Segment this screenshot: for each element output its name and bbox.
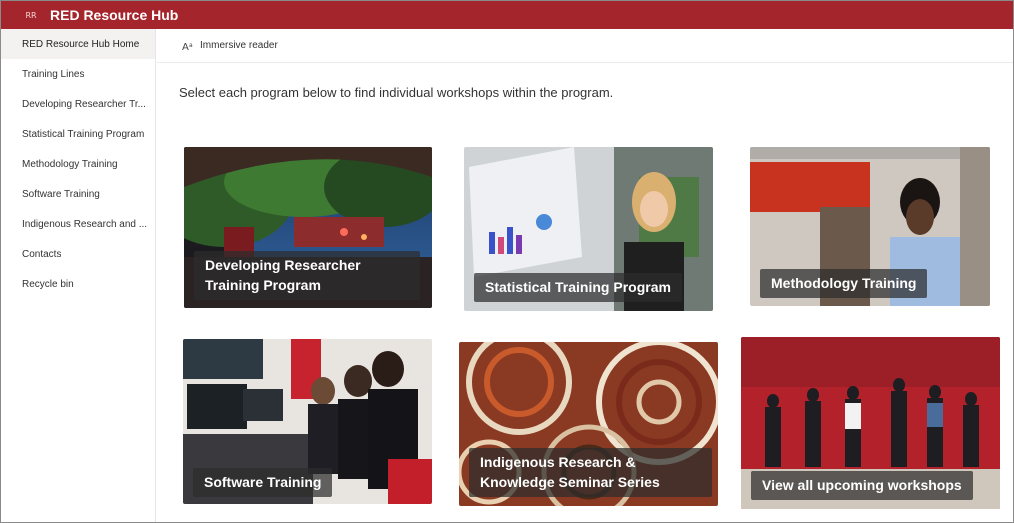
tile-developing-researcher[interactable]: Developing Researcher Training Program: [184, 147, 432, 308]
nav-item-label: Indigenous Research and ...: [22, 218, 148, 230]
nav-item-contacts[interactable]: Contacts: [1, 239, 155, 269]
tile-label: Methodology Training: [760, 269, 928, 298]
app-logo[interactable]: RR: [19, 5, 43, 25]
tile-indigenous-research[interactable]: Indigenous Research & Knowledge Seminar …: [459, 342, 718, 506]
nav-item-methodology-training[interactable]: Methodology Training: [1, 149, 155, 179]
nav-item-recycle-bin[interactable]: Recycle bin: [1, 269, 155, 299]
command-bar: A a Immersive reader: [157, 29, 1013, 63]
tile-methodology-training[interactable]: Methodology Training: [750, 147, 990, 306]
nav-item-label: Software Training: [22, 188, 100, 200]
immersive-reader-icon: A a: [182, 42, 193, 52]
app-header: RR RED Resource Hub: [1, 1, 1013, 29]
tile-view-all-workshops[interactable]: View all upcoming workshops: [741, 337, 1000, 509]
nav-item-label: Contacts: [22, 248, 62, 260]
nav-item-developing-researcher[interactable]: Developing Researcher Tr...: [1, 89, 155, 119]
immersive-reader-button[interactable]: A a Immersive reader: [182, 40, 278, 52]
tile-label: Indigenous Research & Knowledge Seminar …: [469, 448, 712, 497]
nav-item-statistical-training[interactable]: Statistical Training Program: [1, 119, 155, 149]
nav-item-label: Methodology Training: [22, 158, 118, 170]
tile-label: View all upcoming workshops: [751, 471, 973, 500]
nav-item-label: Recycle bin: [22, 278, 74, 290]
tile-label: Software Training: [193, 468, 333, 497]
immersive-reader-label: Immersive reader: [200, 40, 278, 51]
tile-statistical-training[interactable]: Statistical Training Program: [464, 147, 713, 311]
nav-item-label: Statistical Training Program: [22, 128, 145, 140]
tile-label: Statistical Training Program: [474, 273, 682, 302]
nav-item-training-lines[interactable]: Training Lines: [1, 59, 155, 89]
nav-item-indigenous-research[interactable]: Indigenous Research and ...: [1, 209, 155, 239]
tile-label: Developing Researcher Training Program: [194, 251, 420, 300]
app-title[interactable]: RED Resource Hub: [50, 7, 178, 23]
nav-item-label: RED Resource Hub Home: [22, 38, 140, 50]
site-navigation: RED Resource Hub Home Training Lines Dev…: [1, 29, 156, 522]
nav-item-home[interactable]: RED Resource Hub Home: [1, 29, 155, 59]
tile-software-training[interactable]: Software Training: [183, 339, 432, 504]
page-intro-text: Select each program below to find indivi…: [179, 85, 614, 100]
svg-text:A: A: [182, 42, 189, 52]
nav-item-software-training[interactable]: Software Training: [1, 179, 155, 209]
nav-item-label: Developing Researcher Tr...: [22, 98, 146, 110]
svg-text:a: a: [189, 42, 193, 49]
nav-item-label: Training Lines: [22, 68, 85, 80]
